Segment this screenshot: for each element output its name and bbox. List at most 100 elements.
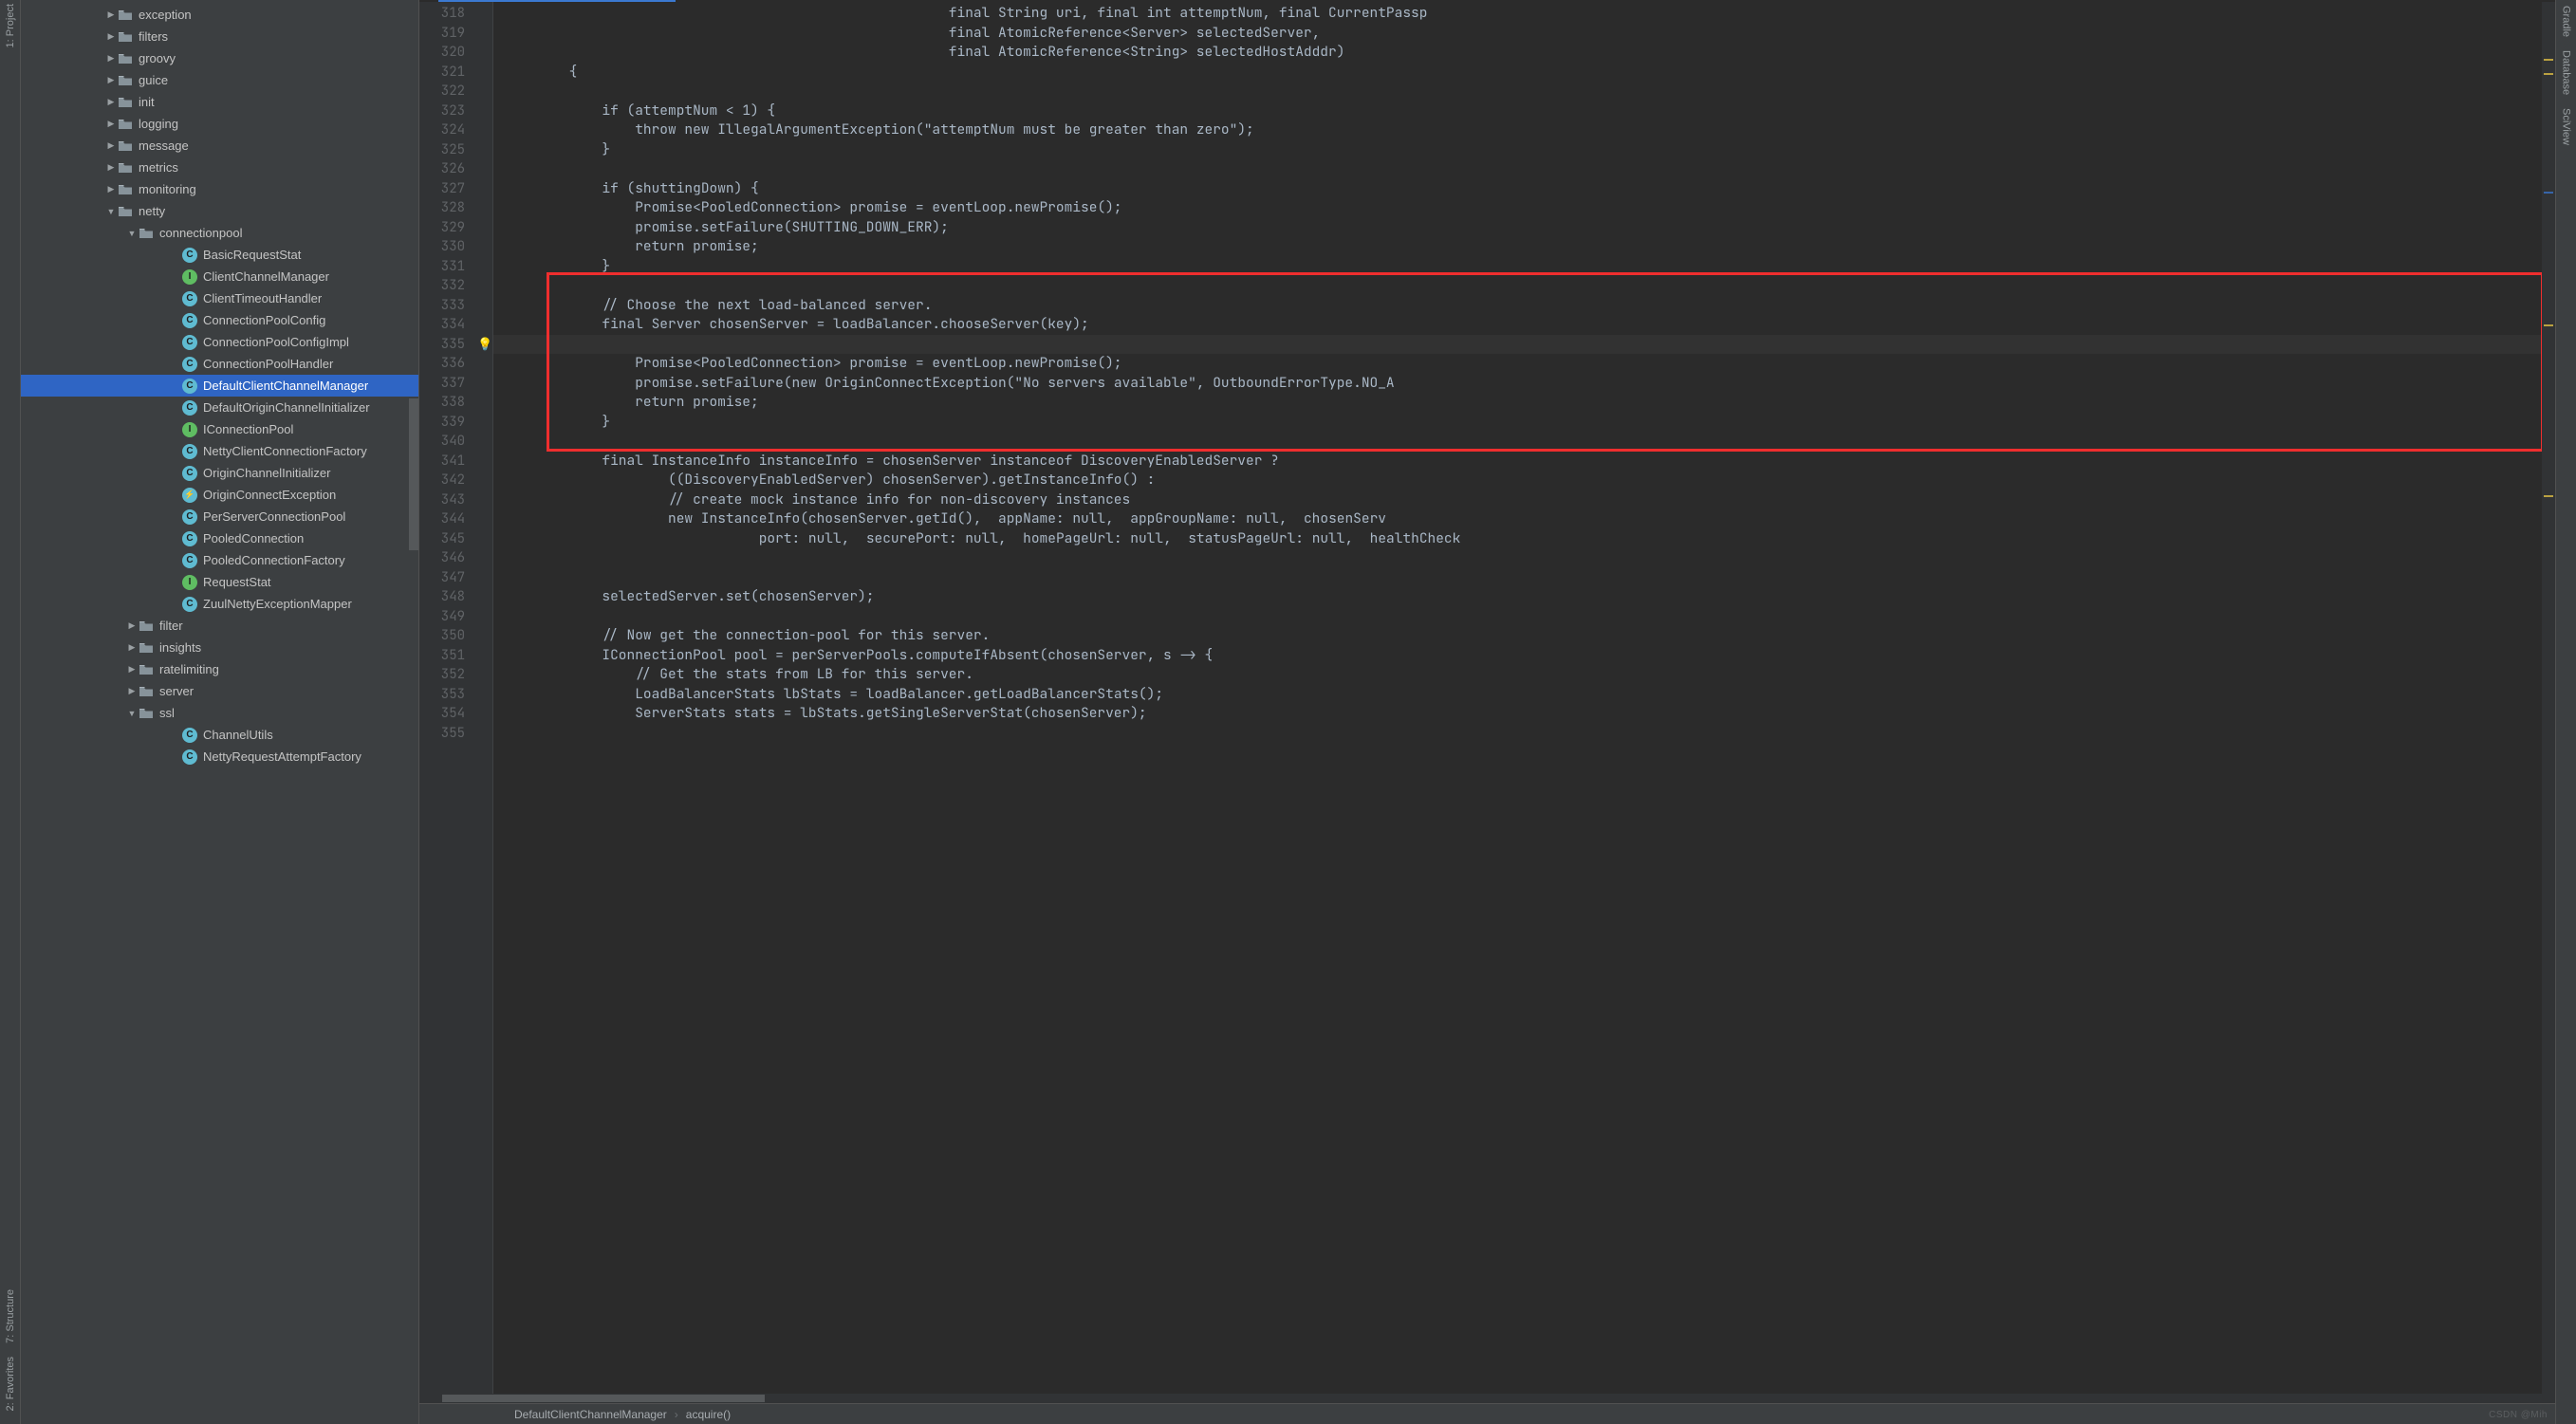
tree-file-ConnectionPoolConfig[interactable]: CConnectionPoolConfig [21, 309, 418, 331]
code-line[interactable]: } [503, 257, 2542, 277]
line-number[interactable]: 352 [419, 665, 465, 685]
chevron-right-icon[interactable]: ▶ [125, 686, 139, 696]
line-number[interactable]: 326 [419, 159, 465, 179]
code-line[interactable]: LoadBalancerStats lbStats = loadBalancer… [503, 685, 2542, 705]
line-number[interactable]: 355 [419, 724, 465, 744]
toolwindow-project-button[interactable]: 1: Project [5, 4, 16, 47]
tree-folder-message[interactable]: ▶message [21, 135, 418, 157]
tree-folder-filters[interactable]: ▶filters [21, 26, 418, 47]
line-number[interactable]: 347 [419, 568, 465, 588]
tree-folder-server[interactable]: ▶server [21, 680, 418, 702]
chevron-right-icon[interactable]: ▶ [104, 9, 118, 20]
code-line[interactable]: } [503, 140, 2542, 160]
line-number-gutter[interactable]: 3183193203213223233243253263273283293303… [419, 2, 476, 1394]
code-line[interactable] [503, 276, 2542, 296]
code-line[interactable]: final AtomicReference<Server> selectedSe… [503, 24, 2542, 44]
code-line[interactable]: final AtomicReference<String> selectedHo… [503, 43, 2542, 63]
toolwindow-sciview-button[interactable]: SciView [2561, 108, 2572, 145]
code-line[interactable]: } [503, 413, 2542, 433]
code-line[interactable]: promise.setFailure(new OriginConnectExce… [503, 374, 2542, 394]
tree-folder-guice[interactable]: ▶guice [21, 69, 418, 91]
tree-folder-monitoring[interactable]: ▶monitoring [21, 178, 418, 200]
chevron-right-icon[interactable]: ▶ [125, 664, 139, 675]
tree-file-NettyRequestAttemptFactory[interactable]: CNettyRequestAttemptFactory [21, 746, 418, 767]
code-line[interactable]: new InstanceInfo(chosenServer.getId(), a… [503, 509, 2542, 529]
chevron-right-icon[interactable]: ▶ [104, 75, 118, 85]
line-number[interactable]: 333 [419, 296, 465, 316]
line-number[interactable]: 319 [419, 24, 465, 44]
line-number[interactable]: 321 [419, 63, 465, 83]
tree-file-BasicRequestStat[interactable]: CBasicRequestStat [21, 244, 418, 266]
toolwindow-structure-button[interactable]: 7: Structure [5, 1289, 16, 1343]
toolwindow-database-button[interactable]: Database [2561, 50, 2572, 95]
tree-folder-netty[interactable]: ▼netty [21, 200, 418, 222]
horizontal-scrollbar[interactable] [419, 1394, 2555, 1403]
line-number[interactable]: 354 [419, 704, 465, 724]
code-line[interactable]: promise.setFailure(SHUTTING_DOWN_ERR); [503, 218, 2542, 238]
tree-scrollbar-thumb[interactable] [409, 398, 418, 550]
chevron-right-icon[interactable]: ▶ [104, 140, 118, 151]
tree-folder-metrics[interactable]: ▶metrics [21, 157, 418, 178]
line-number[interactable]: 329 [419, 218, 465, 238]
breadcrumb-class[interactable]: DefaultClientChannelManager [514, 1408, 667, 1421]
tree-file-IConnectionPool[interactable]: IIConnectionPool [21, 418, 418, 440]
chevron-right-icon[interactable]: ▶ [104, 53, 118, 64]
tree-file-RequestStat[interactable]: IRequestStat [21, 571, 418, 593]
line-number[interactable]: 318 [419, 4, 465, 24]
line-number[interactable]: 323 [419, 102, 465, 121]
code-line[interactable]: if (shuttingDown) { [503, 179, 2542, 199]
code-line[interactable] [503, 724, 2542, 744]
chevron-right-icon[interactable]: ▶ [104, 31, 118, 42]
line-number[interactable]: 351 [419, 646, 465, 666]
code-line[interactable]: throw new IllegalArgumentException("atte… [503, 120, 2542, 140]
chevron-down-icon[interactable]: ▼ [104, 207, 118, 216]
toolwindow-gradle-button[interactable]: Gradle [2561, 6, 2572, 37]
chevron-right-icon[interactable]: ▶ [104, 119, 118, 129]
chevron-right-icon[interactable]: ▶ [125, 642, 139, 653]
tree-folder-init[interactable]: ▶init [21, 91, 418, 113]
tree-file-ConnectionPoolHandler[interactable]: CConnectionPoolHandler [21, 353, 418, 375]
line-number[interactable]: 339 [419, 413, 465, 433]
line-number[interactable]: 350 [419, 626, 465, 646]
tree-folder-ratelimiting[interactable]: ▶ratelimiting [21, 658, 418, 680]
code-line[interactable]: final InstanceInfo instanceInfo = chosen… [503, 452, 2542, 472]
code-line[interactable]: Promise<PooledConnection> promise = even… [503, 198, 2542, 218]
line-number[interactable]: 337 [419, 374, 465, 394]
code-line[interactable] [503, 432, 2542, 452]
code-line[interactable] [503, 159, 2542, 179]
code-line[interactable]: final Server chosenServer = loadBalancer… [503, 315, 2542, 335]
toolwindow-favorites-button[interactable]: 2: Favorites [5, 1357, 16, 1411]
line-number[interactable]: 320 [419, 43, 465, 63]
line-number[interactable]: 343 [419, 490, 465, 510]
chevron-right-icon[interactable]: ▶ [104, 184, 118, 194]
chevron-down-icon[interactable]: ▼ [125, 709, 139, 718]
tree-file-DefaultOriginChannelInitializer[interactable]: CDefaultOriginChannelInitializer [21, 397, 418, 418]
code-line[interactable]: // create mock instance info for non-dis… [503, 490, 2542, 510]
code-line[interactable]: final String uri, final int attemptNum, … [503, 4, 2542, 24]
code-editor[interactable]: final String uri, final int attemptNum, … [493, 2, 2542, 1394]
line-number[interactable]: 342 [419, 471, 465, 490]
line-number[interactable]: 353 [419, 685, 465, 705]
code-line[interactable]: { [503, 63, 2542, 83]
tree-file-ConnectionPoolConfigImpl[interactable]: CConnectionPoolConfigImpl [21, 331, 418, 353]
project-tree-panel[interactable]: ▶exception▶filters▶groovy▶guice▶init▶log… [21, 0, 419, 1424]
tree-file-ZuulNettyExceptionMapper[interactable]: CZuulNettyExceptionMapper [21, 593, 418, 615]
tree-file-PooledConnection[interactable]: CPooledConnection [21, 527, 418, 549]
breadcrumb-method[interactable]: acquire() [686, 1408, 731, 1421]
error-stripe[interactable] [2542, 2, 2555, 1394]
line-number[interactable]: 331 [419, 257, 465, 277]
code-line[interactable] [503, 607, 2542, 627]
chevron-right-icon[interactable]: ▶ [104, 162, 118, 173]
tree-folder-filter[interactable]: ▶filter [21, 615, 418, 637]
line-number[interactable]: 338 [419, 393, 465, 413]
tree-folder-insights[interactable]: ▶insights [21, 637, 418, 658]
line-number[interactable]: 345 [419, 529, 465, 549]
line-number[interactable]: 340 [419, 432, 465, 452]
line-number[interactable]: 328 [419, 198, 465, 218]
code-line[interactable]: ServerStats stats = lbStats.getSingleSer… [503, 704, 2542, 724]
tree-folder-groovy[interactable]: ▶groovy [21, 47, 418, 69]
chevron-down-icon[interactable]: ▼ [125, 229, 139, 238]
line-number[interactable]: 348 [419, 587, 465, 607]
tree-file-OriginConnectException[interactable]: ⚡OriginConnectException [21, 484, 418, 506]
line-number[interactable]: 327 [419, 179, 465, 199]
